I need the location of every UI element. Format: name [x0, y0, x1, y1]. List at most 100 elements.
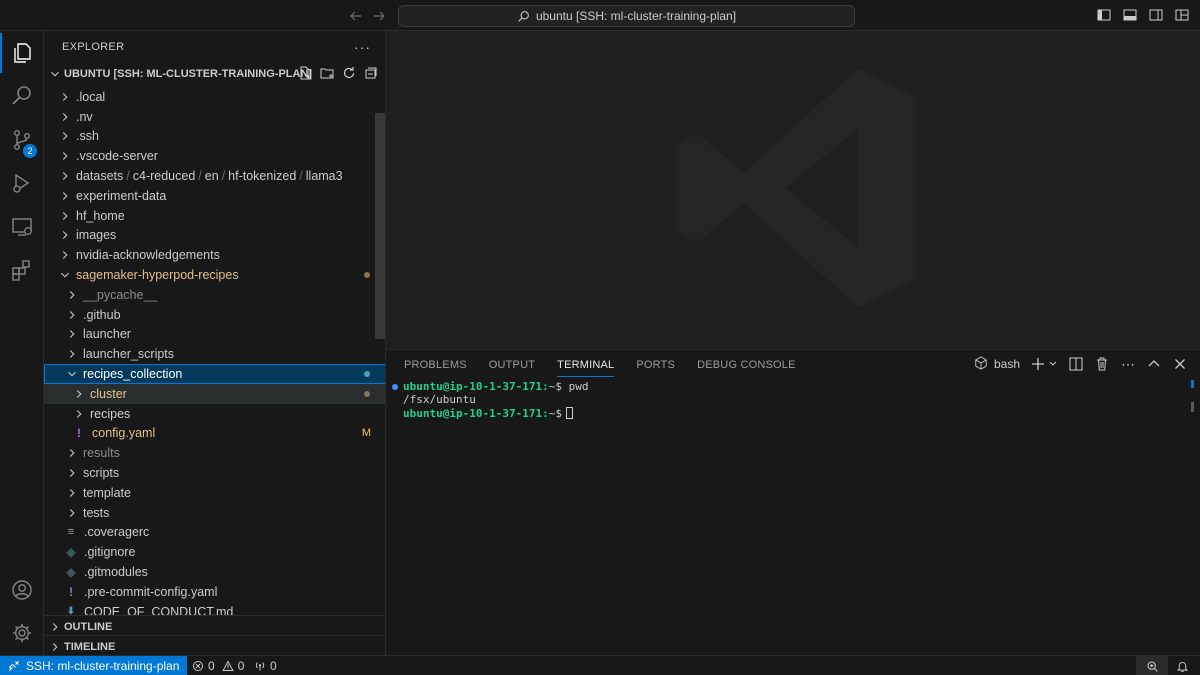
tree-item-label: experiment-data [76, 188, 167, 203]
tree-item-nvidia-acknowledgements[interactable]: nvidia-acknowledgements [44, 245, 385, 265]
manage-gear-icon[interactable] [0, 613, 44, 653]
tree-item-tests[interactable]: tests [44, 503, 385, 523]
tree-item-recipes-collection[interactable]: recipes_collection [44, 364, 385, 384]
editor-area[interactable] [386, 31, 1200, 349]
tree-item-cluster[interactable]: cluster [44, 383, 385, 404]
tree-item-experiment-data[interactable]: experiment-data [44, 186, 385, 206]
tab-debug-console[interactable]: DEBUG CONSOLE [697, 350, 796, 380]
terminal-command: ~$ [548, 406, 562, 420]
tree-item-hf-home[interactable]: hf_home [44, 206, 385, 226]
tree-item-pycache[interactable]: __pycache__ [44, 285, 385, 305]
tree-item-scripts[interactable]: scripts [44, 463, 385, 483]
tree-item-nv[interactable]: .nv [44, 107, 385, 127]
tree-item-label: sagemaker-hyperpod-recipes [76, 268, 239, 283]
path-segment[interactable]: c4-reduced [133, 169, 196, 183]
problems-status[interactable]: 0 0 [192, 656, 244, 675]
tree-item-label: .nv [76, 109, 93, 124]
outline-label: OUTLINE [64, 621, 113, 633]
close-panel-icon[interactable] [1172, 356, 1188, 372]
chevron-right-icon [65, 466, 79, 480]
new-file-icon[interactable] [297, 65, 313, 81]
tree-item-template[interactable]: template [44, 483, 385, 503]
tree-item-label: template [83, 485, 131, 500]
tree-item-gitmodules[interactable]: ◆ .gitmodules [44, 562, 385, 582]
tree-item-github[interactable]: .github [44, 305, 385, 325]
terminal-profile-icon [974, 356, 990, 372]
tree-item-recipes[interactable]: recipes [44, 404, 385, 424]
path-separator: / [126, 169, 130, 184]
panel-tabs: PROBLEMS OUTPUT TERMINAL PORTS DEBUG CON… [404, 350, 796, 380]
extensions-icon[interactable] [0, 250, 44, 290]
tree-item-images[interactable]: images [44, 226, 385, 246]
back-arrow-icon[interactable] [348, 8, 364, 24]
notifications-bell-icon[interactable] [1166, 656, 1198, 675]
new-folder-icon[interactable] [319, 65, 335, 81]
terminal-line: ubuntu@ip-10-1-37-171: ~$ pwd [392, 380, 1182, 393]
remote-indicator[interactable]: SSH: ml-cluster-training-plan [0, 656, 188, 675]
tree-item-ssh[interactable]: .ssh [44, 127, 385, 147]
source-control-icon[interactable]: 2 [0, 120, 44, 160]
tree-item-sagemaker-hyperpod-recipes[interactable]: sagemaker-hyperpod-recipes [44, 265, 385, 285]
chevron-right-icon [65, 288, 79, 302]
tree-item-results[interactable]: results [44, 443, 385, 463]
error-icon [192, 660, 204, 672]
run-debug-icon[interactable] [0, 163, 44, 203]
shell-name: bash [993, 357, 1020, 371]
more-actions-icon[interactable]: ··· [354, 39, 371, 55]
tab-output[interactable]: OUTPUT [489, 350, 535, 380]
new-terminal-plus-icon[interactable] [1030, 356, 1046, 372]
modified-dot [364, 371, 370, 378]
maximize-panel-chevron-up-icon[interactable] [1146, 356, 1162, 372]
tree-item-config-yaml[interactable]: ! config.yaml M [44, 424, 385, 444]
chevron-down-icon[interactable] [1048, 356, 1058, 372]
terminal-output-text: /fsx/ubuntu [403, 393, 476, 407]
remote-explorer-icon[interactable] [0, 207, 44, 247]
search-icon [517, 10, 530, 23]
tree-item-local[interactable]: .local [44, 87, 385, 107]
file-tree: .local .nv .ssh .vscode-server datasets /… [44, 87, 385, 617]
accounts-icon[interactable] [0, 570, 44, 610]
chevron-right-icon [58, 228, 72, 242]
refresh-icon[interactable] [341, 65, 357, 81]
command-decoration-dot[interactable] [392, 383, 398, 390]
more-actions-icon[interactable]: ⋯ [1120, 356, 1136, 372]
tab-ports[interactable]: PORTS [636, 350, 675, 380]
chevron-right-icon [58, 209, 72, 223]
ports-status[interactable]: 0 [254, 656, 277, 675]
search-icon[interactable] [0, 76, 44, 116]
toggle-secondary-sidebar-icon[interactable] [1148, 7, 1164, 23]
collapse-all-icon[interactable] [363, 65, 379, 81]
customize-layout-icon[interactable] [1174, 7, 1190, 23]
tree-item-vscode-server[interactable]: .vscode-server [44, 146, 385, 166]
tree-item-launcher-scripts[interactable]: launcher_scripts [44, 344, 385, 364]
tree-item-launcher[interactable]: launcher [44, 325, 385, 345]
timeline-section[interactable]: TIMELINE [44, 635, 385, 655]
explorer-icon[interactable] [0, 33, 44, 73]
tree-item-label: .gitignore [84, 545, 136, 560]
tree-item-pre-commit-config[interactable]: ! .pre-commit-config.yaml [44, 582, 385, 602]
path-segment[interactable]: en [205, 169, 219, 183]
tab-problems[interactable]: PROBLEMS [404, 350, 467, 380]
trash-icon[interactable] [1094, 356, 1110, 372]
path-segment[interactable]: datasets [76, 169, 123, 183]
tree-item-datasets-compact-path[interactable]: datasets / c4-reduced / en / hf-tokenized / llam… [44, 166, 385, 186]
path-segment[interactable]: hf-tokenized [228, 169, 296, 183]
toggle-panel-icon[interactable] [1122, 7, 1138, 23]
tree-item-gitignore[interactable]: ◆ .gitignore [44, 542, 385, 562]
forward-arrow-icon[interactable] [371, 8, 387, 24]
tab-terminal[interactable]: TERMINAL [557, 350, 615, 380]
sidebar-scrollbar[interactable] [375, 113, 385, 339]
split-terminal-icon[interactable] [1068, 356, 1084, 372]
path-segment[interactable]: llama3 [306, 169, 343, 183]
terminal-scrollbar[interactable] [1191, 402, 1194, 412]
toggle-primary-sidebar-icon[interactable] [1096, 7, 1112, 23]
command-center[interactable]: ubuntu [SSH: ml-cluster-training-plan] [398, 5, 855, 27]
zoom-icon[interactable] [1136, 656, 1168, 675]
terminal-shell-selector[interactable]: bash [974, 356, 1020, 372]
tree-item-label: __pycache__ [83, 287, 158, 302]
terminal-output[interactable]: ubuntu@ip-10-1-37-171: ~$ pwd /fsx/ubuntu… [392, 380, 1182, 420]
tree-item-label: .local [76, 89, 106, 104]
tree-item-coveragerc[interactable]: ≡ .coveragerc [44, 523, 385, 543]
chevron-right-icon [48, 620, 62, 634]
yaml-file-icon: ! [77, 426, 81, 441]
